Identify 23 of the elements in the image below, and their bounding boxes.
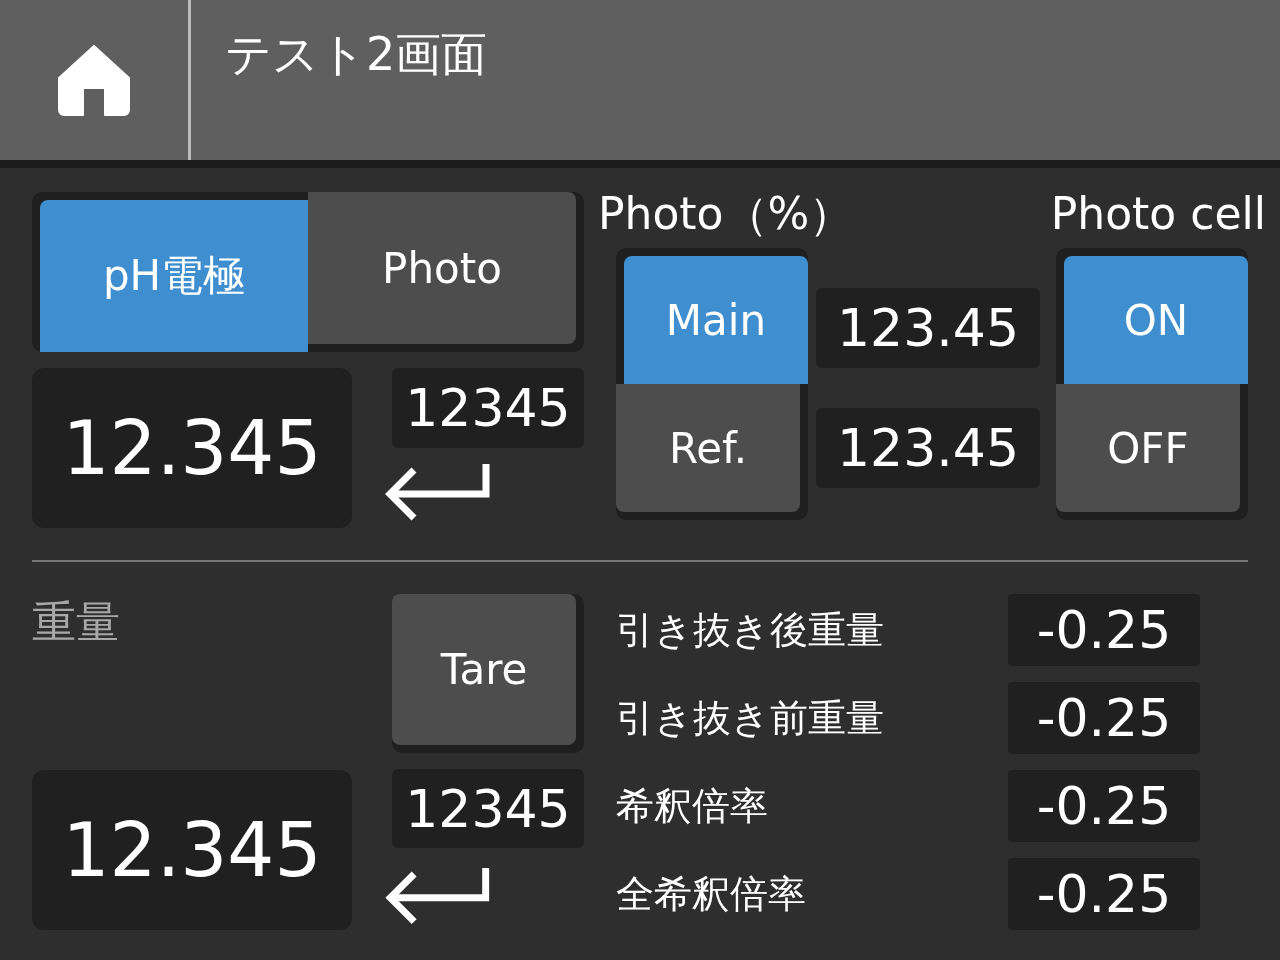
toggle-segment[interactable]: Photo [308, 192, 576, 344]
reading-label: 引き抜き前重量 [616, 694, 885, 742]
reading-label: 全希釈倍率 [616, 870, 807, 918]
reading-label: 引き抜き後重量 [616, 606, 885, 654]
section-title: 重量 [32, 595, 121, 649]
reading-value: -0.25 [1008, 858, 1200, 930]
reading-label: 希釈倍率 [616, 782, 769, 830]
value-display: 123.45 [816, 288, 1040, 368]
screen-title: テスト2画面 [224, 26, 488, 83]
tare-button[interactable]: Tare [392, 594, 576, 745]
home-icon[interactable] [57, 44, 131, 116]
section-title: Photo（%） [598, 192, 855, 241]
value-display: 12.345 [32, 368, 352, 528]
toggle-segment[interactable]: Ref. [616, 384, 800, 512]
section-title: Photo cell [1049, 192, 1266, 241]
toggle-segment[interactable]: OFF [1056, 384, 1240, 512]
input-field[interactable]: 12345 [392, 768, 584, 849]
reading-value: -0.25 [1008, 594, 1200, 666]
value-display: 123.45 [816, 408, 1040, 488]
reading-value: -0.25 [1008, 770, 1200, 842]
value-display: 12.345 [32, 770, 352, 930]
input-field[interactable]: 12345 [392, 368, 584, 448]
reading-value: -0.25 [1008, 682, 1200, 754]
